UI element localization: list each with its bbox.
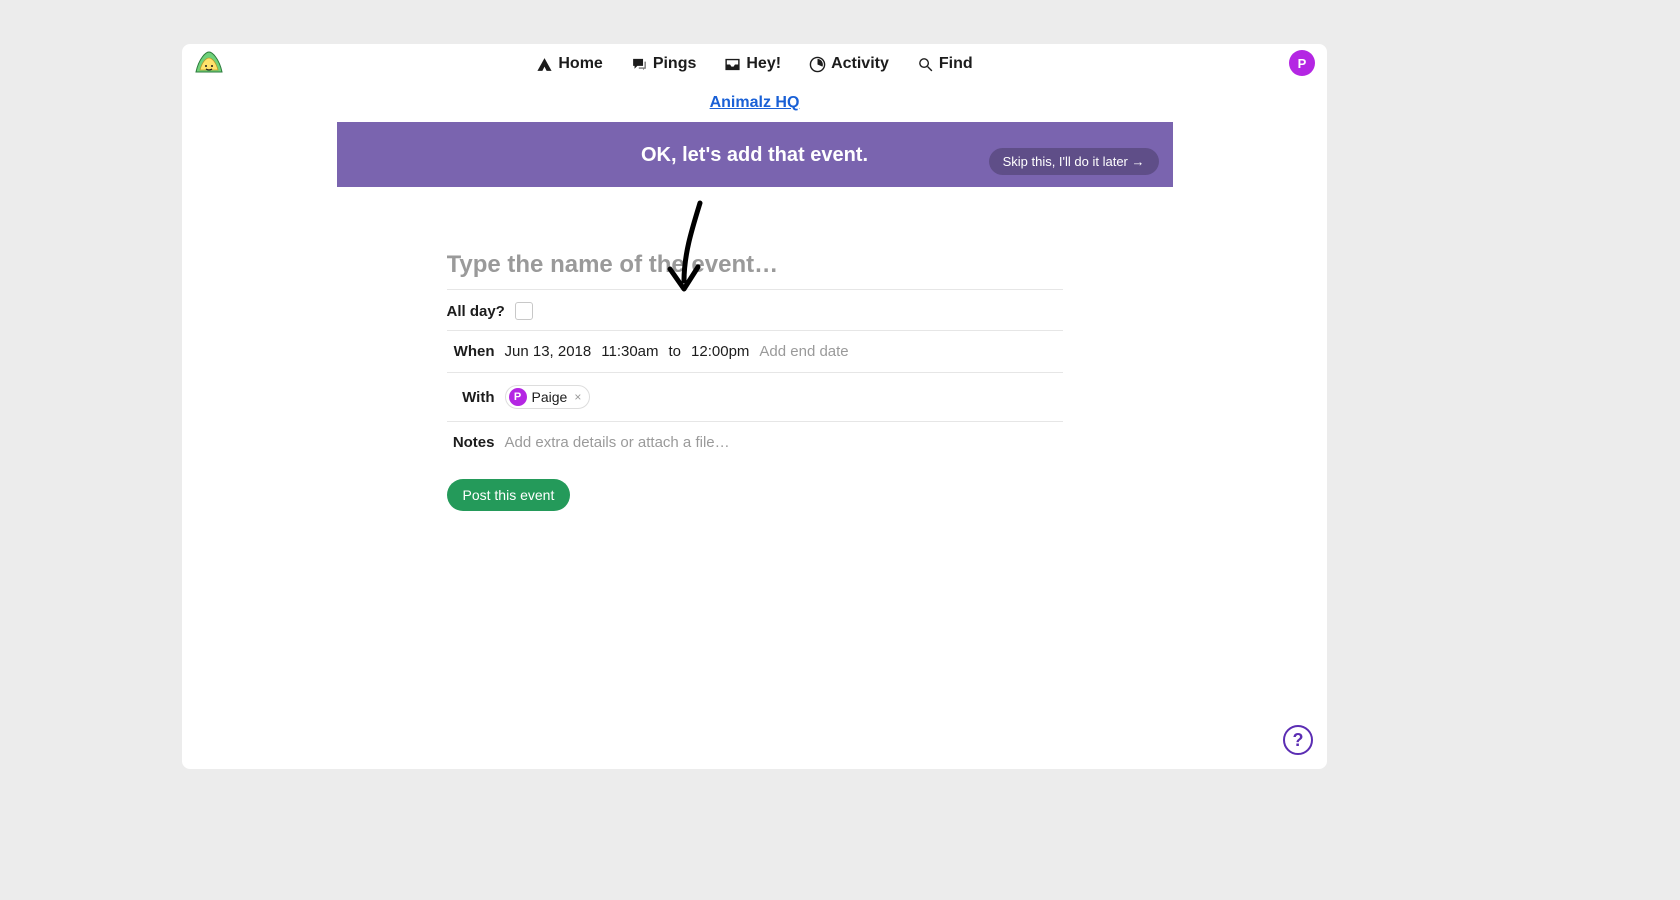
- post-event-button[interactable]: Post this event: [447, 479, 571, 511]
- nav-find-label: Find: [939, 55, 973, 73]
- nav-find[interactable]: Find: [917, 55, 973, 73]
- allday-row: All day?: [447, 290, 1063, 331]
- when-label: When: [447, 343, 495, 360]
- project-header: Animalz HQ: [375, 84, 1135, 122]
- notes-input[interactable]: Add extra details or attach a file…: [505, 434, 730, 451]
- when-to: to: [669, 343, 682, 360]
- event-name-input[interactable]: [447, 247, 1063, 290]
- skip-button[interactable]: Skip this, I'll do it later →: [989, 148, 1159, 175]
- event-form: All day? When Jun 13, 2018 11:30am to 12…: [337, 187, 1173, 531]
- nav-hey-label: Hey!: [746, 55, 781, 73]
- when-start-time[interactable]: 11:30am: [601, 343, 658, 360]
- when-row: When Jun 13, 2018 11:30am to 12:00pm Add…: [447, 331, 1063, 373]
- with-person-chip[interactable]: P Paige ×: [505, 385, 591, 409]
- nav-hey[interactable]: Hey!: [724, 55, 781, 73]
- nav-home[interactable]: Home: [536, 55, 602, 73]
- notes-label: Notes: [447, 434, 495, 451]
- with-row: With P Paige ×: [447, 373, 1063, 422]
- notes-row: Notes Add extra details or attach a file…: [447, 422, 1063, 463]
- nav-home-label: Home: [558, 55, 602, 73]
- with-person-name: Paige: [532, 389, 568, 405]
- help-button[interactable]: ?: [1283, 725, 1313, 755]
- event-panel: OK, let's add that event. Skip this, I'l…: [337, 122, 1173, 531]
- pings-icon: [631, 56, 648, 73]
- search-icon: [917, 56, 934, 73]
- app-card: Home Pings Hey! Activity Find P Animalz …: [182, 44, 1327, 769]
- when-end-time[interactable]: 12:00pm: [691, 343, 749, 360]
- with-label: With: [447, 389, 495, 406]
- add-end-date[interactable]: Add end date: [759, 343, 848, 360]
- when-date[interactable]: Jun 13, 2018: [505, 343, 592, 360]
- top-nav: Home Pings Hey! Activity Find P: [182, 44, 1327, 84]
- allday-label: All day?: [447, 303, 505, 320]
- nav-activity-label: Activity: [831, 55, 889, 73]
- nav-activity[interactable]: Activity: [809, 55, 889, 73]
- project-link[interactable]: Animalz HQ: [710, 94, 800, 111]
- nav-pings-label: Pings: [653, 55, 697, 73]
- user-avatar[interactable]: P: [1289, 50, 1315, 76]
- nav-pings[interactable]: Pings: [631, 55, 697, 73]
- inbox-icon: [724, 56, 741, 73]
- basecamp-logo-icon[interactable]: [194, 50, 224, 83]
- with-person-avatar: P: [509, 388, 527, 406]
- banner: OK, let's add that event. Skip this, I'l…: [337, 122, 1173, 187]
- activity-icon: [809, 56, 826, 73]
- remove-person-icon[interactable]: ×: [574, 390, 581, 404]
- allday-checkbox[interactable]: [515, 302, 533, 320]
- tent-icon: [536, 56, 553, 73]
